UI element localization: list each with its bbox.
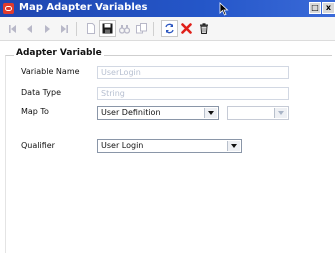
previous-icon — [26, 24, 32, 33]
trash-icon — [199, 23, 208, 34]
last-record-button[interactable] — [55, 20, 72, 37]
next-icon — [44, 24, 50, 33]
delete-button[interactable] — [195, 20, 212, 37]
find-button[interactable] — [116, 20, 133, 37]
chevron-down-icon[interactable] — [227, 141, 240, 151]
map-to-secondary-select[interactable] — [227, 106, 289, 120]
qualifier-select[interactable]: User Login — [97, 139, 242, 153]
data-type-field[interactable]: String — [97, 87, 289, 100]
copy-button[interactable] — [133, 20, 150, 37]
chevron-down-icon[interactable] — [204, 108, 217, 118]
map-to-select[interactable]: User Definition — [97, 106, 219, 120]
map-to-value: User Definition — [101, 108, 161, 117]
restore-button[interactable]: □ — [309, 2, 321, 14]
close-button[interactable]: x — [322, 2, 335, 14]
new-record-button[interactable] — [82, 20, 99, 37]
title-bar[interactable]: Map Adapter Variables □ x — [0, 0, 335, 17]
window-title: Map Adapter Variables — [19, 2, 148, 13]
refresh-icon — [165, 23, 174, 34]
next-record-button[interactable] — [38, 20, 55, 37]
refresh-button[interactable] — [161, 20, 178, 37]
app-icon — [3, 3, 14, 14]
new-document-icon — [86, 23, 95, 34]
last-icon — [60, 24, 68, 33]
variable-name-label: Variable Name — [21, 67, 80, 76]
save-icon — [102, 23, 113, 34]
first-icon — [8, 24, 16, 33]
save-button[interactable] — [99, 20, 116, 37]
first-record-button[interactable] — [4, 20, 21, 37]
red-x-icon — [181, 23, 192, 34]
toolbar-separator — [76, 22, 77, 36]
chevron-down-icon[interactable] — [274, 108, 287, 118]
data-type-label: Data Type — [21, 88, 62, 97]
toolbar-separator — [153, 22, 154, 36]
map-to-label: Map To — [21, 107, 49, 116]
cancel-button[interactable] — [178, 20, 195, 37]
qualifier-label: Qualifier — [21, 141, 55, 150]
variable-name-field[interactable]: UserLogin — [97, 66, 289, 79]
adapter-variable-group — [5, 55, 332, 253]
copy-icon — [136, 23, 147, 34]
toolbar — [0, 17, 335, 41]
group-title: Adapter Variable — [14, 48, 104, 58]
qualifier-value: User Login — [101, 141, 144, 150]
previous-record-button[interactable] — [21, 20, 38, 37]
binoculars-icon — [119, 24, 130, 34]
mouse-cursor-icon — [219, 2, 229, 16]
